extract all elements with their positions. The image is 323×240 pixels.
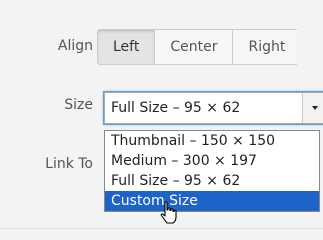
align-right-button[interactable]: Right: [232, 29, 298, 65]
size-select[interactable]: Full Size – 95 × 62: [104, 92, 323, 124]
attachment-display-settings: Align Left Center Right Size Full Size –…: [0, 0, 323, 240]
chevron-down-icon: [312, 106, 318, 110]
align-center-button[interactable]: Center: [154, 29, 234, 65]
size-option-medium[interactable]: Medium – 300 × 197: [105, 151, 319, 171]
align-button-group: Left Center Right: [97, 29, 298, 65]
link-to-label: Link To: [45, 156, 93, 172]
size-select-toggle[interactable]: [302, 93, 323, 123]
align-left-button[interactable]: Left: [97, 29, 156, 65]
section-divider: [0, 228, 323, 229]
hand-pointer-icon: [160, 201, 177, 224]
size-label: Size: [64, 97, 93, 113]
size-select-value: Full Size – 95 × 62: [111, 100, 241, 116]
size-option-thumbnail[interactable]: Thumbnail – 150 × 150: [105, 131, 319, 151]
size-option-custom-size[interactable]: Custom Size: [105, 191, 319, 211]
align-label: Align: [57, 38, 93, 54]
size-dropdown-list: Thumbnail – 150 × 150 Medium – 300 × 197…: [104, 130, 320, 212]
size-option-full-size[interactable]: Full Size – 95 × 62: [105, 171, 319, 191]
